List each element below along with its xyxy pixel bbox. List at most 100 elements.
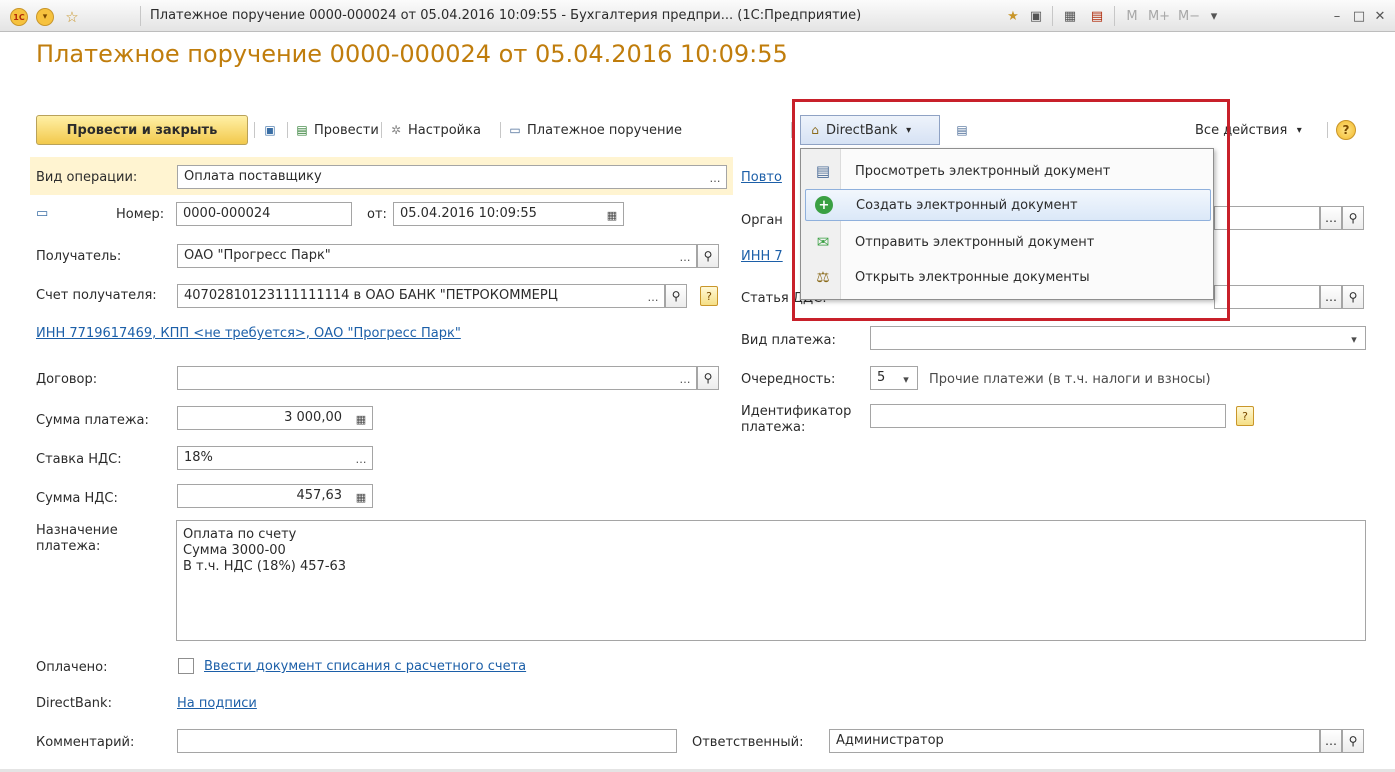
gear-icon: ✲ <box>390 123 402 137</box>
operation-value: Оплата поставщику <box>184 169 322 184</box>
select-button[interactable]: … <box>1320 729 1342 753</box>
payment-identifier-field[interactable] <box>870 404 1226 428</box>
page-title: Платежное поручение 0000-000024 от 05.04… <box>36 40 788 68</box>
open-search-icon[interactable]: ⚲ <box>665 284 687 308</box>
post-and-close-button[interactable]: Провести и закрыть <box>36 115 248 145</box>
organization-label: Орган <box>741 213 783 228</box>
save-button[interactable]: ▣ <box>262 120 278 140</box>
comment-label: Комментарий: <box>36 735 135 750</box>
minimize-icon[interactable]: – <box>1327 7 1347 25</box>
chevron-down-icon[interactable]: ▾ <box>1204 7 1224 25</box>
floppy-disk-icon: ▣ <box>264 123 276 137</box>
recipient-field[interactable]: ОАО "Прогресс Парк" … <box>177 244 697 268</box>
add-favorite-icon[interactable]: ★ <box>1003 7 1023 25</box>
help-hint-icon[interactable]: ? <box>1236 406 1254 426</box>
priority-label: Очередность: <box>741 372 836 387</box>
help-hint-icon[interactable]: ? <box>700 286 718 306</box>
contract-field[interactable]: … <box>177 366 697 390</box>
payment-type-select[interactable]: ▾ <box>870 326 1366 350</box>
printer-icon: ▭ <box>509 123 521 137</box>
favorites-star-icon[interactable]: ☆ <box>63 8 81 26</box>
window-title-bar: 1С ▾ ☆ Платежное поручение 0000-000024 о… <box>0 0 1395 32</box>
date-field[interactable]: 05.04.2016 10:09:55 ▦ <box>393 202 624 226</box>
comment-field[interactable] <box>177 729 677 753</box>
select-button[interactable]: … <box>1320 285 1342 309</box>
calculator-icon[interactable]: ▦ <box>351 486 371 507</box>
paid-checkbox[interactable] <box>178 658 194 674</box>
posted-status-icon: ▭ <box>36 206 49 221</box>
toolbar-separator <box>1327 122 1328 138</box>
purpose-line: Оплата по счету <box>183 527 297 542</box>
main-menu-icon[interactable]: ▾ <box>36 8 54 26</box>
directbank-status-link[interactable]: На подписи <box>177 696 257 711</box>
directbank-label: DirectBank: <box>36 696 112 711</box>
post-document-icon: ▤ <box>296 123 308 137</box>
open-search-icon[interactable]: ⚲ <box>697 366 719 390</box>
vat-rate-label: Ставка НДС: <box>36 452 122 467</box>
recipient-inn-link[interactable]: ИНН 7719617469, КПП <не требуется>, ОАО … <box>36 326 461 341</box>
select-button[interactable]: … <box>1320 206 1342 230</box>
select-button[interactable]: … <box>675 246 695 267</box>
enter-writeoff-link[interactable]: Ввести документ списания с расчетного сч… <box>204 659 526 674</box>
memory-minus-button[interactable]: M− <box>1176 7 1202 25</box>
date-label: от: <box>367 207 387 222</box>
settings-button[interactable]: ✲ Настройка <box>388 120 481 140</box>
toolbar-separator <box>287 122 288 138</box>
number-field[interactable]: 0000-000024 <box>176 202 352 226</box>
account-field[interactable]: 40702810123111111114 в ОАО БАНК "ПЕТРОКО… <box>177 284 665 308</box>
amount-field[interactable]: 3 000,00 ▦ <box>177 406 373 430</box>
open-search-icon[interactable]: ⚲ <box>1342 285 1364 309</box>
memory-m-button[interactable]: M <box>1122 7 1142 25</box>
open-search-icon[interactable]: ⚲ <box>1342 206 1364 230</box>
calendar-icon[interactable]: ▤ <box>1087 7 1107 25</box>
link-icon[interactable]: ▣ <box>1026 7 1046 25</box>
toolbar-separator <box>381 122 382 138</box>
purpose-textarea[interactable]: Оплата по счету Сумма 3000-00 В т.ч. НДС… <box>176 520 1366 641</box>
post-button[interactable]: ▤ Провести <box>294 120 379 140</box>
select-button[interactable]: … <box>643 286 663 307</box>
date-value: 05.04.2016 10:09:55 <box>400 206 537 221</box>
help-icon[interactable]: ? <box>1336 120 1356 140</box>
highlight-annotation-box <box>792 99 1230 321</box>
chevron-down-icon[interactable]: ▾ <box>1344 328 1364 349</box>
vat-rate-value: 18% <box>184 450 213 465</box>
vat-amount-field[interactable]: 457,63 ▦ <box>177 484 373 508</box>
title-separator <box>140 6 141 26</box>
open-search-icon[interactable]: ⚲ <box>697 244 719 268</box>
open-search-icon[interactable]: ⚲ <box>1342 729 1364 753</box>
toolbar-separator <box>500 122 501 138</box>
maximize-icon[interactable]: □ <box>1349 7 1369 25</box>
chevron-down-icon: ▾ <box>1296 124 1302 136</box>
organization-inn-link[interactable]: ИНН 7 <box>741 249 783 264</box>
calculator-icon[interactable]: ▦ <box>351 408 371 429</box>
responsible-field[interactable]: Администратор <box>829 729 1320 753</box>
chevron-down-icon[interactable]: ▾ <box>896 368 916 389</box>
priority-select[interactable]: 5 ▾ <box>870 366 918 390</box>
calculator-icon[interactable]: ▦ <box>1060 7 1080 25</box>
toolbar-separator <box>254 122 255 138</box>
repeat-payment-link[interactable]: Повто <box>741 170 782 185</box>
responsible-label: Ответственный: <box>692 735 804 750</box>
vat-rate-field[interactable]: 18% … <box>177 446 373 470</box>
post-button-label: Провести <box>314 122 379 138</box>
recipient-value: ОАО "Прогресс Парк" <box>184 248 331 263</box>
vat-amount-label: Сумма НДС: <box>36 491 118 506</box>
select-button[interactable]: … <box>675 368 695 389</box>
payment-type-label: Вид платежа: <box>741 333 836 348</box>
calendar-icon[interactable]: ▦ <box>602 204 622 225</box>
memory-plus-button[interactable]: M+ <box>1146 7 1172 25</box>
vat-amount-value: 457,63 <box>296 488 343 503</box>
account-value: 40702810123111111114 в ОАО БАНК "ПЕТРОКО… <box>184 288 558 303</box>
payment-identifier-label: Идентификатор платежа: <box>741 404 852 435</box>
select-button[interactable]: … <box>351 448 371 469</box>
print-payment-order-button[interactable]: ▭ Платежное поручение <box>507 120 682 140</box>
app-logo-icon[interactable]: 1С <box>10 8 28 26</box>
close-icon[interactable]: ✕ <box>1370 7 1390 25</box>
paid-label: Оплачено: <box>36 660 108 675</box>
contract-label: Договор: <box>36 372 98 387</box>
operation-field[interactable]: Оплата поставщику … <box>177 165 727 189</box>
title-separator <box>1052 6 1053 26</box>
amount-value: 3 000,00 <box>284 410 342 425</box>
select-button[interactable]: … <box>705 167 725 188</box>
amount-label: Сумма платежа: <box>36 413 149 428</box>
